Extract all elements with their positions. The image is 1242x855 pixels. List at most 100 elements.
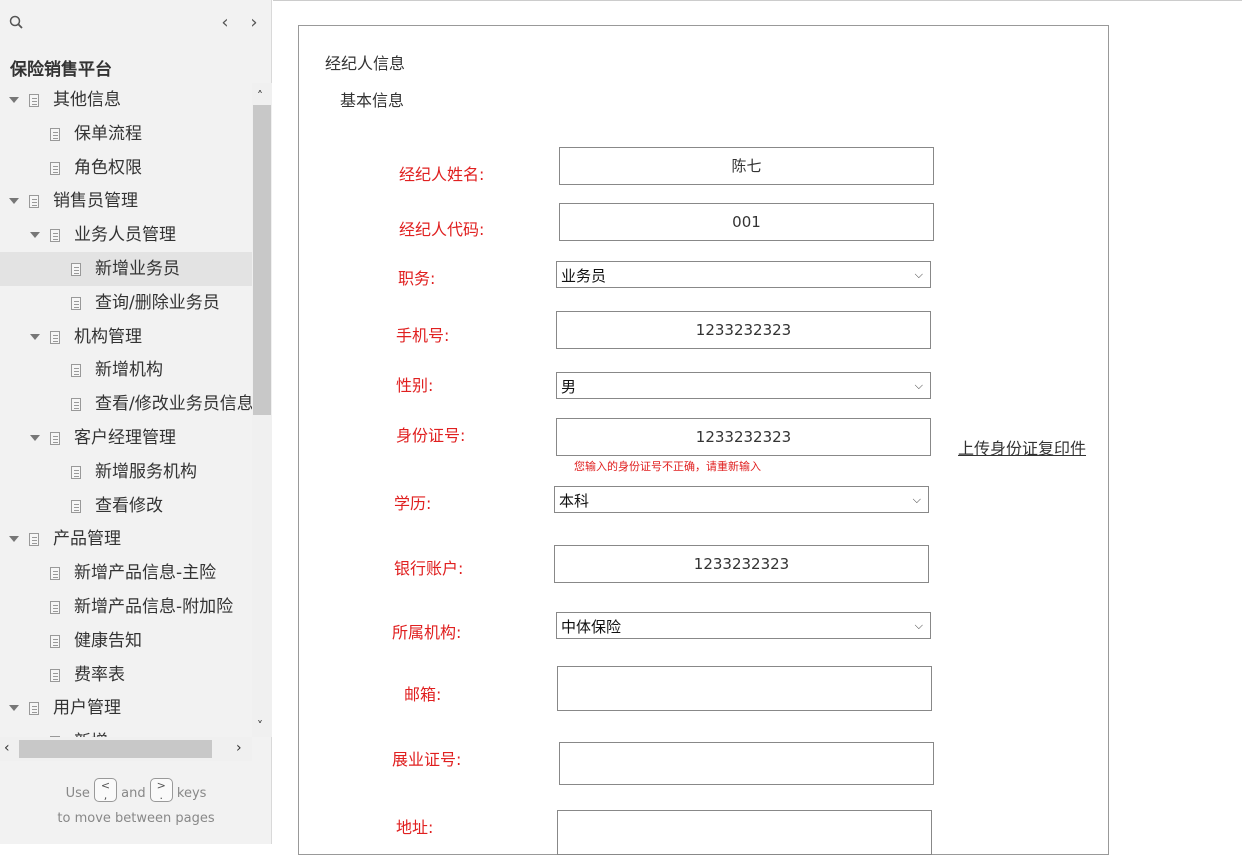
expand-arrow-icon[interactable] — [30, 232, 40, 239]
sidebar-item[interactable]: 新增产品信息-主险 — [0, 556, 252, 590]
sidebar-item[interactable]: 其他信息 — [0, 83, 252, 117]
expand-arrow-icon[interactable] — [9, 97, 19, 103]
expand-arrow-icon[interactable] — [9, 198, 19, 205]
chevron-down-icon: ⌵ — [912, 493, 921, 506]
page-icon — [29, 702, 39, 716]
address-input[interactable] — [557, 810, 932, 855]
education-select[interactable]: 本科 ⌵ — [554, 486, 929, 513]
id-number-label: 身份证号: — [396, 426, 466, 445]
position-value: 业务员 — [561, 267, 607, 285]
sidebar-item-label: 销售员管理 — [53, 191, 138, 212]
expand-arrow-icon[interactable] — [30, 435, 40, 441]
sidebar-item-label: 客户经理管理 — [74, 428, 176, 448]
page-icon — [50, 161, 60, 175]
chevron-right-icon[interactable]: › — [246, 13, 262, 33]
sidebar-item-label: 新增产品信息-附加险 — [74, 597, 234, 617]
sidebar-item-label: 新增业务员 — [95, 259, 180, 279]
sidebar-item[interactable]: 业务人员管理 — [0, 218, 252, 252]
sidebar-item-label: 查询/删除业务员 — [95, 292, 220, 313]
sidebar-item[interactable]: 产品管理 — [0, 522, 252, 556]
sidebar-item-label: 其他信息 — [53, 90, 121, 110]
expand-arrow-icon[interactable] — [30, 333, 40, 340]
page-icon — [50, 668, 60, 682]
sidebar-item-label: 业务人员管理 — [74, 225, 176, 246]
education-label: 学历: — [394, 494, 432, 513]
page-icon — [71, 364, 81, 378]
sidebar-item[interactable]: 查看/修改业务员信息 — [0, 387, 252, 421]
horizontal-scrollbar[interactable]: ‹ › — [0, 737, 252, 761]
gender-value: 男 — [561, 378, 577, 396]
sidebar: ‹ › 保险销售平台 其他信息 保单流程 角色权限 销售员管理 业务人员管理 新增业务员查… — [0, 0, 272, 844]
upload-id-copy-link[interactable]: 上传身份证复印件 — [958, 435, 1086, 459]
position-select[interactable]: 业务员 ⌵ — [556, 261, 931, 288]
chevron-down-icon: ⌵ — [914, 379, 923, 392]
sidebar-item[interactable]: 健康告知 — [0, 624, 252, 658]
sidebar-item[interactable]: 新增业务员 — [0, 252, 252, 286]
sidebar-item[interactable]: 用户管理 — [0, 691, 252, 725]
code-input[interactable]: 001 — [559, 203, 934, 241]
sidebar-item[interactable]: 销售员管理 — [0, 184, 252, 218]
expand-arrow-icon[interactable] — [9, 536, 19, 543]
vertical-scrollbar[interactable]: ˄ ˅ — [252, 83, 272, 737]
subsection-title: 基本信息 — [340, 91, 405, 110]
expand-arrow-icon[interactable] — [9, 705, 19, 712]
license-input[interactable] — [559, 742, 934, 785]
email-input[interactable] — [557, 666, 932, 711]
sidebar-item[interactable]: 新增机构 — [0, 353, 252, 387]
email-label: 邮箱: — [404, 685, 442, 704]
scroll-up-icon[interactable]: ˄ — [257, 89, 263, 103]
scroll-thumb[interactable] — [253, 105, 271, 415]
phone-input[interactable]: 1233232323 — [556, 311, 931, 349]
hint-keys: keys — [176, 786, 207, 801]
sidebar-item[interactable]: 机构管理 — [0, 320, 252, 354]
page-icon — [50, 432, 60, 445]
bank-account-label: 银行账户: — [394, 559, 464, 578]
search-icon[interactable] — [8, 14, 26, 32]
hint-use: Use — [65, 786, 90, 801]
sidebar-item-label: 新增服务机构 — [95, 461, 197, 482]
page-icon — [50, 127, 60, 141]
license-label: 展业证号: — [392, 750, 462, 769]
organization-select[interactable]: 中体保险 ⌵ — [556, 612, 931, 639]
page-icon — [29, 94, 39, 107]
bank-account-input[interactable]: 1233232323 — [554, 545, 929, 583]
scroll-right-icon[interactable]: › — [236, 740, 242, 756]
sidebar-item[interactable]: 新增 — [0, 725, 252, 737]
sidebar-item[interactable]: 客户经理管理 — [0, 421, 252, 455]
hint-and: and — [121, 786, 146, 801]
sidebar-item-label: 角色权限 — [74, 157, 142, 178]
section-title: 经纪人信息 — [325, 54, 406, 73]
chevron-down-icon: ⌵ — [914, 268, 923, 281]
page-icon — [71, 465, 81, 479]
key-prev: <, — [94, 778, 117, 802]
phone-label: 手机号: — [396, 326, 450, 345]
form-panel: 经纪人信息 基本信息 经纪人姓名: 陈七 经纪人代码: 001 职务: 业务员 … — [298, 25, 1109, 855]
page-icon — [71, 499, 81, 513]
sidebar-item[interactable]: 角色权限 — [0, 151, 252, 185]
code-label: 经纪人代码: — [399, 220, 485, 239]
sidebar-item[interactable]: 查看修改 — [0, 489, 252, 523]
sidebar-item[interactable]: 保单流程 — [0, 117, 252, 151]
sidebar-item-label: 查看修改 — [95, 495, 163, 516]
scroll-thumb[interactable] — [19, 740, 212, 758]
gender-select[interactable]: 男 ⌵ — [556, 372, 931, 399]
sidebar-item-label: 新增产品信息-主险 — [74, 563, 217, 584]
page-icon — [50, 229, 60, 243]
address-label: 地址: — [396, 818, 434, 837]
name-label: 经纪人姓名: — [399, 165, 485, 184]
id-number-input[interactable]: 1233232323 — [556, 418, 931, 456]
scroll-left-icon[interactable]: ‹ — [4, 740, 10, 756]
chevron-left-icon[interactable]: ‹ — [217, 13, 233, 33]
name-input[interactable]: 陈七 — [559, 147, 934, 185]
sidebar-item[interactable]: 新增服务机构 — [0, 455, 252, 489]
scroll-down-icon[interactable]: ˅ — [257, 719, 263, 733]
chevron-down-icon: ⌵ — [914, 619, 923, 632]
sidebar-item-label: 新增 — [74, 725, 108, 737]
sidebar-item[interactable]: 费率表 — [0, 658, 252, 692]
page-icon — [71, 296, 81, 310]
sidebar-item[interactable]: 新增产品信息-附加险 — [0, 590, 252, 624]
hint-line2: to move between pages — [57, 811, 215, 826]
sidebar-item[interactable]: 查询/删除业务员 — [0, 286, 252, 320]
page-icon — [50, 601, 60, 614]
page-icon — [50, 634, 60, 648]
